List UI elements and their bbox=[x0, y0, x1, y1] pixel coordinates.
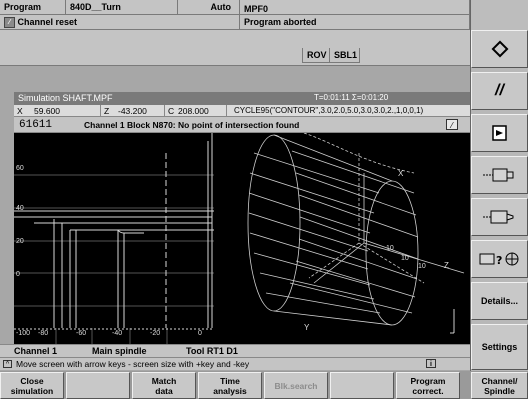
footer-spindle: Main spindle bbox=[92, 346, 147, 356]
c-axis-label: C bbox=[168, 106, 175, 116]
current-block: CYCLE95("CONTOUR",3.0,2.0,5.0,3.0,3.0,2.… bbox=[234, 106, 424, 115]
softkey-double-slash[interactable]: // bbox=[471, 72, 528, 110]
softkey-label: Time analysis bbox=[213, 375, 247, 396]
axis-tick-label: 10 bbox=[401, 255, 409, 262]
position-row: X 59.600 Z -43.200 C 208.000 CYCLE95("CO… bbox=[14, 105, 470, 117]
simulation-title: Simulation SHAFT.MPF bbox=[18, 93, 113, 103]
softkey-tool-right[interactable] bbox=[471, 198, 528, 236]
turning-contour-view bbox=[14, 133, 214, 344]
channel-status-text: Channel reset bbox=[17, 17, 78, 27]
axis-tick-label: 10 bbox=[418, 263, 426, 270]
softkey-label: Program correct. bbox=[410, 375, 446, 396]
softkey-time-analysis[interactable]: Time analysis bbox=[198, 372, 262, 399]
softkey-settings[interactable]: Settings bbox=[471, 324, 528, 370]
axis-z-label: Z bbox=[444, 261, 449, 270]
x-tick-label: -40 bbox=[112, 330, 123, 337]
z-axis-label: Z bbox=[104, 106, 110, 116]
x-tick-label: -60 bbox=[76, 330, 87, 337]
tool-right-icon bbox=[482, 210, 513, 224]
status-row bbox=[0, 30, 470, 66]
simulation-graphics: 60 40 20 0 -100 -80 -60 -40 -20 0 X 10 1… bbox=[14, 133, 470, 344]
area-label: Program bbox=[0, 0, 66, 15]
x-tick-label: -100 bbox=[16, 330, 31, 337]
alarm-edit-icon[interactable]: ⁄ bbox=[446, 119, 458, 130]
softkey-tool-left[interactable] bbox=[471, 156, 528, 194]
softkey-tool-search[interactable]: ? bbox=[471, 240, 528, 278]
program-status: Program aborted bbox=[240, 15, 470, 30]
softkey-diamond[interactable] bbox=[471, 30, 528, 68]
axis-tick-label: 10 bbox=[386, 245, 394, 252]
tool-search-icon: ? bbox=[479, 252, 518, 267]
rov-flag: ROV bbox=[302, 48, 330, 63]
softkey-label: Blk.search bbox=[274, 380, 318, 391]
alarm-row: 61611 Channel 1 Block N870: No point of … bbox=[14, 117, 470, 133]
softkey-empty[interactable] bbox=[66, 372, 130, 399]
x-position-value: 59.600 bbox=[34, 106, 60, 116]
footer-channel: Channel 1 bbox=[14, 346, 58, 356]
hint-line: ^ Move screen with arrow keys - screen s… bbox=[0, 357, 470, 370]
simulation-time: T=0:01:11 Σ=0:01:20 bbox=[314, 93, 389, 102]
softkey-block-search[interactable]: Blk.search bbox=[264, 372, 328, 399]
sbl1-flag: SBL1 bbox=[330, 48, 360, 63]
simulation-titlebar: Simulation SHAFT.MPF T=0:01:11 Σ=0:01:20 bbox=[14, 92, 470, 105]
softkey-label: Close simulation bbox=[10, 375, 54, 396]
axis-y-label: Y bbox=[304, 323, 310, 332]
mode-label: Auto bbox=[178, 0, 240, 15]
pencil-icon: ⁄ bbox=[4, 17, 15, 29]
x-tick-label: -80 bbox=[38, 330, 49, 337]
divider bbox=[226, 105, 227, 117]
softkey-label: Match data bbox=[151, 375, 177, 396]
double-slash-icon: // bbox=[495, 82, 504, 99]
softkey-match-data[interactable]: Match data bbox=[132, 372, 196, 399]
y-tick-label: 20 bbox=[16, 238, 24, 245]
footer-tool: Tool RT1 D1 bbox=[186, 346, 238, 356]
recall-icon[interactable]: ^ bbox=[3, 360, 12, 368]
z-position-value: -43.200 bbox=[118, 106, 147, 116]
alarm-text: Channel 1 Block N870: No point of inters… bbox=[84, 120, 300, 130]
y-tick-label: 0 bbox=[16, 271, 20, 278]
softkey-label: Channel/ Spindle bbox=[481, 375, 518, 396]
channel-status: ⁄ Channel reset bbox=[0, 15, 240, 30]
softkey-close-simulation[interactable]: Close simulation bbox=[0, 372, 64, 399]
divider bbox=[164, 105, 165, 117]
channel-name: 840D__Turn bbox=[66, 0, 178, 15]
svg-text:?: ? bbox=[496, 254, 502, 267]
softkey-program-correct[interactable]: Program correct. bbox=[396, 372, 460, 399]
tool-left-icon bbox=[482, 168, 513, 182]
x-axis-label: X bbox=[17, 106, 23, 116]
y-tick-label: 40 bbox=[16, 205, 24, 212]
softkey-channel-spindle[interactable]: Channel/ Spindle bbox=[471, 372, 528, 399]
alarm-number: 61611 bbox=[19, 119, 53, 131]
hint-text: Move screen with arrow keys - screen siz… bbox=[16, 359, 250, 369]
softkey-details[interactable]: Details... bbox=[471, 282, 528, 320]
c-position-value: 208.000 bbox=[178, 106, 209, 116]
program-pointer-icon bbox=[491, 125, 507, 141]
softkey-bar-top bbox=[471, 0, 528, 30]
softkey-program-pointer[interactable] bbox=[471, 114, 528, 152]
x-tick-label: 0 bbox=[198, 330, 202, 337]
x-tick-label: -20 bbox=[150, 330, 161, 337]
diamond-icon bbox=[491, 40, 508, 58]
divider bbox=[100, 105, 101, 117]
program-name: MPF0 bbox=[240, 0, 470, 15]
softkey-empty[interactable] bbox=[330, 372, 394, 399]
3d-workpiece-view bbox=[247, 133, 465, 334]
axis-x-label: X bbox=[398, 169, 404, 178]
info-icon[interactable]: i bbox=[426, 359, 436, 368]
y-tick-label: 60 bbox=[16, 165, 24, 172]
simulation-footer: Channel 1 Main spindle Tool RT1 D1 bbox=[0, 344, 470, 357]
